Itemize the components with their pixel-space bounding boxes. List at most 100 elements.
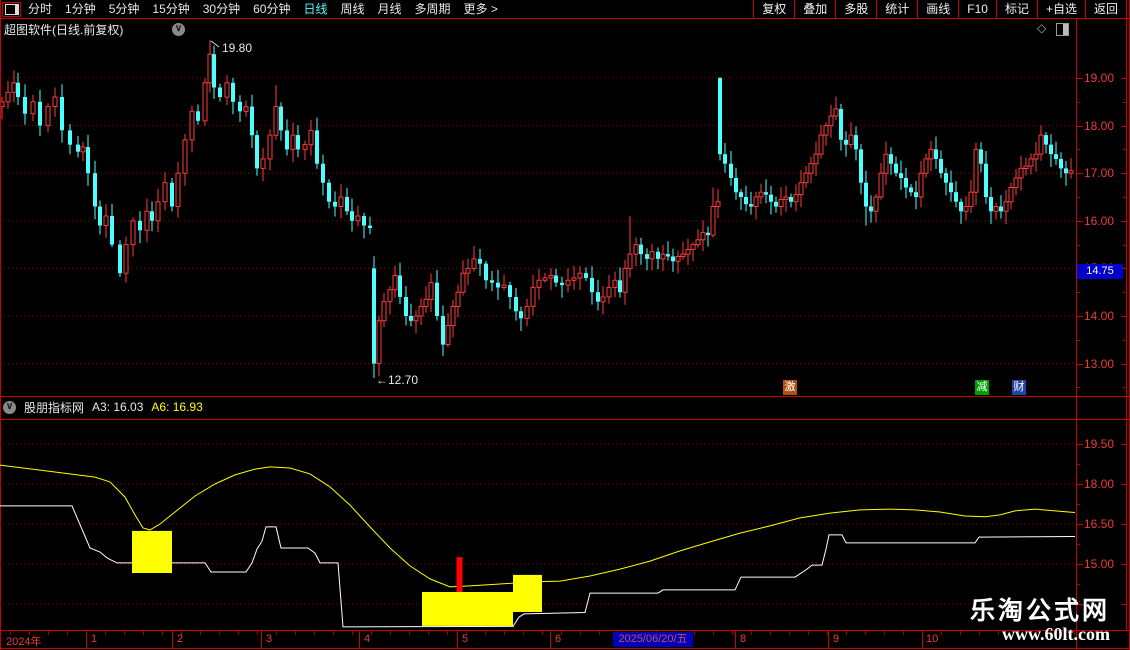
time-minor-tick [903, 631, 904, 635]
price-minor-tick [1123, 149, 1126, 150]
time-minor-tick [352, 631, 353, 635]
month-separator [922, 631, 923, 648]
indicator-tick [1076, 604, 1083, 605]
menu-item-分时[interactable]: 分时 [28, 0, 52, 18]
indicator-tick [1076, 564, 1083, 565]
tool-menu: 复权 叠加 多股 统计 画线 F10 标记 +自选 返回 [753, 0, 1127, 18]
menu-item-日线[interactable]: 日线 [303, 0, 327, 18]
menu-item-统计[interactable]: 统计 [876, 0, 917, 18]
event-badge-减[interactable]: 减 [975, 380, 989, 395]
time-minor-tick [257, 631, 258, 635]
menu-item-返回[interactable]: 返回 [1084, 0, 1127, 18]
layout-toggle-icon[interactable] [1056, 23, 1069, 36]
price-tick [1121, 173, 1126, 174]
candlestick-chart[interactable]: 19.80 ←12.70 [0, 38, 1076, 396]
indicator-name[interactable]: 股朋指标网 [24, 399, 84, 416]
menu-item-60分钟[interactable]: 60分钟 [253, 0, 290, 18]
chart-title: 超图软件(日线.前复权) [4, 23, 124, 37]
axis-separator [1076, 18, 1077, 650]
month-separator [86, 631, 87, 648]
indicator-tick [1121, 484, 1126, 485]
time-minor-tick [504, 631, 505, 635]
time-minor-tick [865, 631, 866, 635]
price-tick [1076, 364, 1083, 365]
time-minor-tick [732, 631, 733, 635]
month-separator [172, 631, 173, 648]
time-minor-tick [979, 631, 980, 635]
time-minor-tick [371, 631, 372, 635]
price-tick [1076, 173, 1083, 174]
menu-item-标记[interactable]: 标记 [995, 0, 1037, 18]
menu-item-复权[interactable]: 复权 [753, 0, 794, 18]
indicator-dropdown-icon[interactable]: ∨ [3, 400, 16, 414]
price-tick [1076, 126, 1083, 127]
indicator-minor-tick [1076, 584, 1080, 585]
time-minor-tick [770, 631, 771, 635]
menu-item-画线[interactable]: 画线 [917, 0, 958, 18]
menu-item-更多 >[interactable]: 更多 > [464, 0, 498, 18]
time-minor-tick [314, 631, 315, 635]
title-dropdown-icon[interactable]: ∨ [172, 23, 185, 36]
time-minor-tick [1017, 631, 1018, 635]
month-separator [359, 631, 360, 648]
menu-item-多周期[interactable]: 多周期 [415, 0, 451, 18]
diamond-icon[interactable]: ◇ [1037, 21, 1046, 35]
time-minor-tick [447, 631, 448, 635]
price-tick [1076, 78, 1083, 79]
menu-item-+自选[interactable]: +自选 [1036, 0, 1085, 18]
event-badge-财[interactable]: 财 [1012, 380, 1026, 395]
indicator-tick [1121, 524, 1126, 525]
indicator-header: ∨ 股朋指标网 A3: 16.03 A6: 16.93 [0, 398, 203, 416]
event-badge-激[interactable]: 激 [783, 380, 797, 395]
price-tick [1121, 221, 1126, 222]
month-label-2: 2 [177, 633, 184, 645]
menu-item-F10[interactable]: F10 [958, 0, 996, 18]
indicator-a6-value: A6: 16.93 [151, 400, 203, 414]
menu-item-15分钟[interactable]: 15分钟 [152, 0, 189, 18]
indicator-minor-tick [1076, 464, 1080, 465]
menu-item-叠加[interactable]: 叠加 [794, 0, 835, 18]
price-minor-tick [1076, 292, 1080, 293]
price-minor-tick [1076, 197, 1080, 198]
last-price-tag: 14.75 [1077, 264, 1123, 279]
axis-right-line [1126, 18, 1127, 630]
month-label-10: 10 [926, 633, 939, 645]
time-minor-tick [941, 631, 942, 635]
menu-item-1分钟[interactable]: 1分钟 [65, 0, 96, 18]
menu-item-月线[interactable]: 月线 [378, 0, 402, 18]
time-minor-tick [751, 631, 752, 635]
price-tick [1076, 316, 1083, 317]
price-minor-tick [1123, 340, 1126, 341]
price-tick [1121, 316, 1126, 317]
menu-item-30分钟[interactable]: 30分钟 [203, 0, 240, 18]
month-separator [735, 631, 736, 648]
indicator-tick [1076, 484, 1083, 485]
indicator-chart[interactable] [0, 420, 1076, 630]
window-panel-icon[interactable] [2, 2, 21, 17]
price-minor-tick [1076, 102, 1080, 103]
month-label-2024年: 2024年 [6, 636, 42, 648]
month-separator [457, 631, 458, 648]
indicator-axis-label: 18.00 [1084, 477, 1115, 491]
price-tick [1121, 78, 1126, 79]
time-minor-tick [542, 631, 543, 635]
month-separator [550, 631, 551, 648]
month-separator [828, 631, 829, 648]
trading-app-window: 分时 1分钟 5分钟 15分钟 30分钟 60分钟 日线 周线 月线 多周期 更多 > 复权 叠加 多股… [0, 0, 1130, 650]
menu-item-周线[interactable]: 周线 [340, 0, 364, 18]
date-tag: 2025/06/20/五 [613, 632, 693, 647]
indicator-axis-label: 16.50 [1084, 517, 1115, 531]
month-label-5: 5 [462, 633, 469, 645]
indicator-axis-label: 15.00 [1084, 557, 1115, 571]
time-minor-tick [789, 631, 790, 635]
price-tick [1121, 126, 1126, 127]
time-minor-tick [295, 631, 296, 635]
indicator-tick [1121, 444, 1126, 445]
time-minor-tick [219, 631, 220, 635]
time-minor-tick [523, 631, 524, 635]
panel-divider[interactable] [0, 396, 1130, 397]
menu-item-多股[interactable]: 多股 [835, 0, 876, 18]
price-axis-label: 14.00 [1084, 309, 1115, 323]
menu-item-5分钟[interactable]: 5分钟 [109, 0, 140, 18]
indicator-minor-tick [1076, 504, 1080, 505]
